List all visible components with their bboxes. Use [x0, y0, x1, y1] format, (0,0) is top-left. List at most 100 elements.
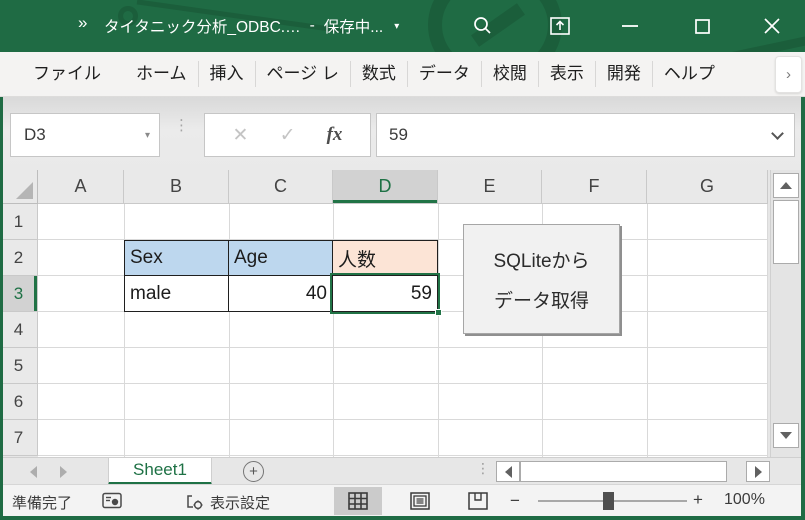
scroll-right-button[interactable] [746, 461, 770, 482]
column-headers: A B C D E F G [38, 170, 768, 204]
select-all-button[interactable] [0, 170, 38, 204]
gridline [438, 204, 439, 457]
tab-view[interactable]: 表示 [539, 52, 595, 96]
formula-bar-input[interactable]: 59 [376, 113, 795, 157]
tab-home[interactable]: ホーム [125, 52, 198, 96]
window-border-bottom [0, 516, 805, 520]
gridline [647, 204, 648, 457]
scroll-down-button[interactable] [773, 423, 799, 448]
sheet-tab-strip: Sheet1 + ⋮ [0, 457, 805, 485]
minimize-button[interactable] [607, 0, 653, 52]
sheet-nav-left-icon[interactable] [30, 466, 37, 478]
ribbon-display-options-icon[interactable] [537, 0, 583, 52]
data-table: Sex Age 人数 male 40 59 [124, 240, 438, 312]
cell-b3[interactable]: male [125, 276, 229, 311]
tab-developer[interactable]: 開発 [596, 52, 652, 96]
tab-insert[interactable]: 挿入 [199, 52, 255, 96]
triangle-left-icon [504, 465, 512, 478]
row-header-5[interactable]: 5 [0, 348, 38, 384]
name-box-value: D3 [24, 125, 46, 144]
name-box-dropdown-icon[interactable]: ▾ [145, 130, 150, 141]
triangle-left-icon [30, 466, 37, 478]
zoom-in-button[interactable]: + [693, 490, 703, 510]
horizontal-scrollbar-thumb[interactable] [520, 461, 727, 482]
tab-help[interactable]: ヘルプ [653, 52, 726, 96]
search-icon[interactable] [459, 0, 505, 52]
name-box[interactable]: D3 ▾ [10, 113, 160, 157]
chevron-right-icon: › [786, 66, 791, 83]
scroll-left-button[interactable] [496, 461, 520, 482]
scroll-up-button[interactable] [773, 173, 799, 198]
triangle-up-icon [780, 182, 792, 189]
zoom-slider-thumb[interactable] [603, 492, 614, 510]
formula-bar-expand-icon[interactable] [771, 127, 784, 140]
tab-formulas[interactable]: 数式 [351, 52, 407, 96]
zoom-out-button[interactable]: − [510, 491, 520, 511]
scrollbar-resize-dots[interactable]: ⋮ [476, 460, 490, 477]
page-break-preview-button[interactable] [454, 487, 502, 515]
gridline [767, 204, 768, 457]
cell-b2[interactable]: Sex [125, 241, 229, 276]
column-header-g[interactable]: G [647, 170, 768, 204]
formula-buttons: ✕ ✓ fx [204, 113, 371, 157]
enter-icon[interactable]: ✓ [280, 124, 296, 147]
cell-d3-selected[interactable]: 59 [333, 276, 437, 311]
save-status-dropdown-icon[interactable]: ▾ [394, 21, 399, 32]
formula-bar-value: 59 [389, 125, 408, 144]
display-settings-icon [187, 495, 203, 510]
ribbon-tab-strip: ファイル ホーム 挿入 ページ レ 数式 データ 校閲 表示 開発 ヘルプ [0, 52, 805, 97]
cell-c2[interactable]: Age [229, 241, 333, 276]
page-break-icon [468, 492, 488, 510]
column-header-a[interactable]: A [38, 170, 124, 204]
maximize-button[interactable] [679, 0, 725, 52]
column-header-f[interactable]: F [542, 170, 647, 204]
sqlite-fetch-button-line1: SQLiteから [493, 250, 590, 272]
row-header-6[interactable]: 6 [0, 384, 38, 420]
row-headers: 1 2 3 4 5 6 7 [0, 204, 38, 456]
insert-function-icon[interactable]: fx [327, 124, 343, 146]
vertical-scrollbar-thumb[interactable] [773, 200, 799, 264]
add-sheet-button[interactable]: + [243, 461, 264, 482]
display-settings-button[interactable]: 表示設定 [186, 492, 270, 513]
macro-record-icon[interactable] [102, 492, 122, 513]
sqlite-fetch-button-line2: データ取得 [493, 290, 589, 312]
sheet-nav-right-icon[interactable] [60, 466, 67, 478]
row-header-2[interactable]: 2 [0, 240, 38, 276]
row-header-4[interactable]: 4 [0, 312, 38, 348]
row-header-3[interactable]: 3 [0, 276, 38, 312]
triangle-down-icon [780, 432, 792, 439]
title-separator: - [309, 17, 315, 34]
formula-bar-resize-dots[interactable]: ⋮ [174, 118, 189, 133]
formula-zone: D3 ▾ ⋮ ✕ ✓ fx 59 [0, 97, 805, 170]
ribbon-expand-button[interactable]: › [775, 56, 802, 93]
page-layout-icon [410, 492, 430, 510]
tab-page-layout[interactable]: ページ レ [256, 52, 350, 96]
page-layout-view-button[interactable] [396, 487, 444, 515]
status-ready-label: 準備完了 [12, 495, 73, 512]
normal-view-button[interactable] [334, 487, 382, 515]
cancel-icon[interactable]: ✕ [233, 124, 249, 147]
tab-data[interactable]: データ [408, 52, 481, 96]
column-header-d[interactable]: D [333, 170, 438, 204]
sqlite-fetch-button[interactable]: SQLiteから データ取得 [463, 224, 620, 334]
cell-c3[interactable]: 40 [229, 276, 333, 311]
quick-access-overflow-icon[interactable]: » [78, 13, 88, 33]
tab-file[interactable]: ファイル [22, 52, 125, 96]
zoom-level-label[interactable]: 100% [724, 491, 765, 509]
column-header-b[interactable]: B [124, 170, 229, 204]
vertical-scrollbar[interactable] [770, 170, 801, 457]
sheet-tab-sheet1[interactable]: Sheet1 [108, 458, 212, 485]
status-bar: 準備完了 表示設定 − + 100% [0, 484, 805, 516]
window-border-left [0, 97, 3, 520]
row-header-7[interactable]: 7 [0, 420, 38, 456]
column-header-e[interactable]: E [438, 170, 542, 204]
close-button[interactable] [749, 0, 795, 52]
column-header-c[interactable]: C [229, 170, 333, 204]
document-title: タイタニック分析_ODBC.… - 保存中... ▾ [104, 0, 399, 52]
cell-d2[interactable]: 人数 [333, 241, 437, 276]
row-header-1[interactable]: 1 [0, 204, 38, 240]
save-status: 保存中... [323, 19, 384, 36]
tab-review[interactable]: 校閲 [482, 52, 538, 96]
excel-window: » タイタニック分析_ODBC.… - 保存中... ▾ ファイル ホーム 挿入… [0, 0, 805, 520]
window-border-right [801, 97, 805, 520]
